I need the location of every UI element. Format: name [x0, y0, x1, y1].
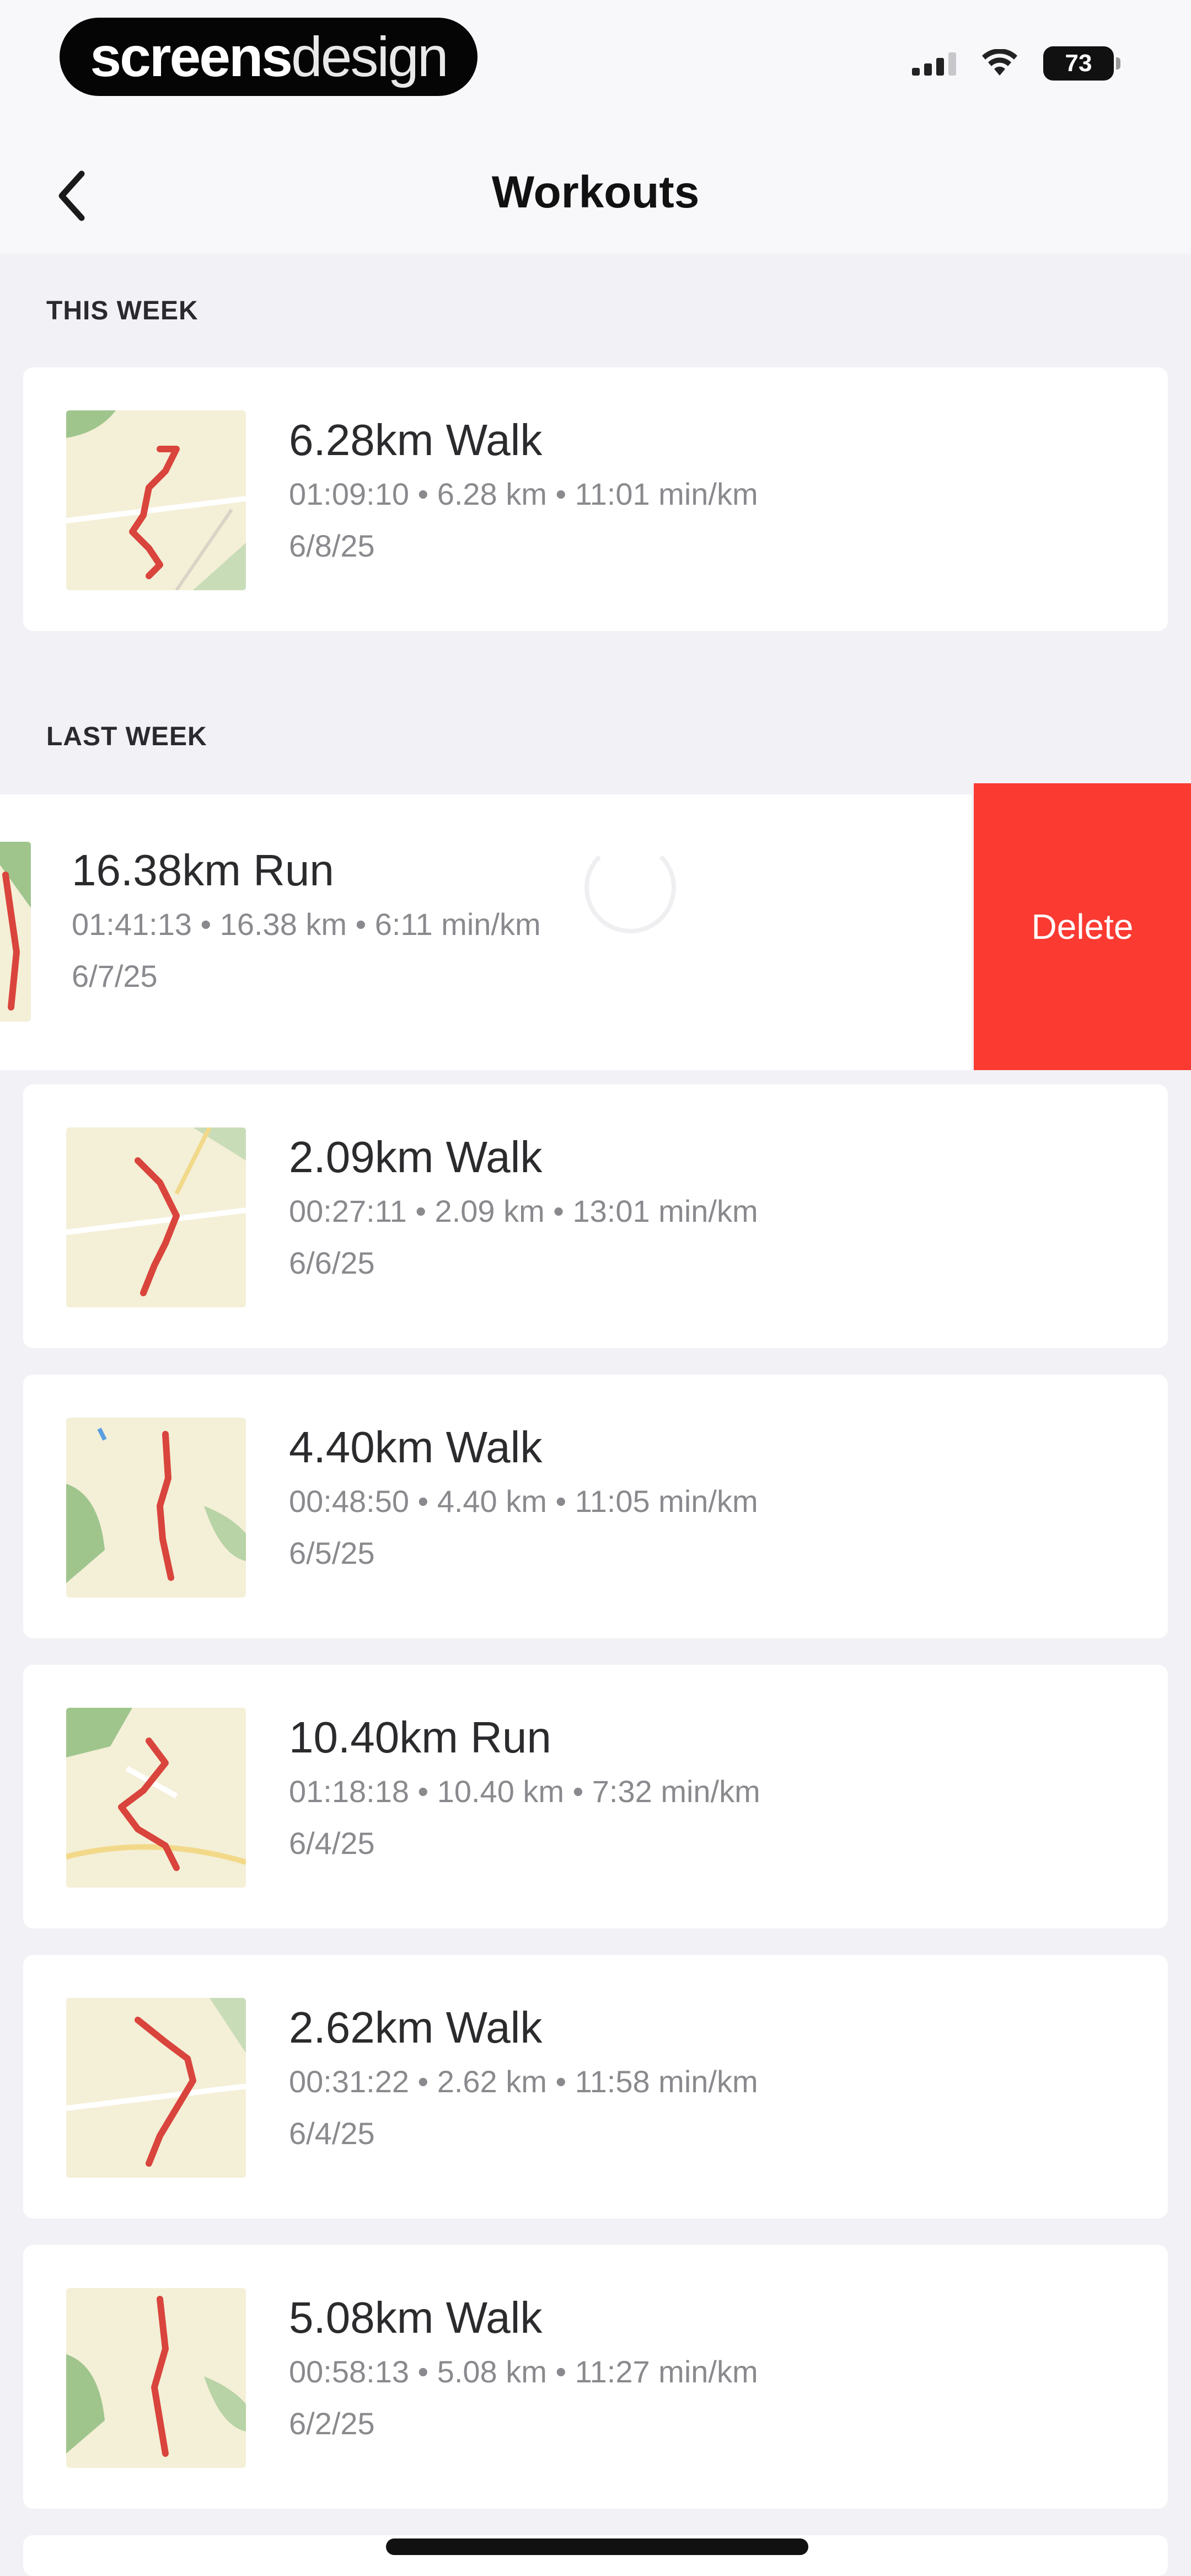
brand-light: design: [291, 25, 449, 88]
battery-level: 73: [1065, 50, 1092, 77]
status-bar: screens design 73: [0, 0, 1191, 138]
loading-spinner-icon: [584, 842, 676, 933]
workout-details: 16.38km Run 01:41:13 • 16.38 km • 6:11 m…: [72, 843, 541, 1002]
workout-date: 6/4/25: [289, 1826, 375, 1861]
workout-title: 5.08km Walk: [289, 2293, 543, 2342]
route-map-thumbnail: [66, 410, 246, 590]
workout-row[interactable]: 2.62km Walk 00:31:22 • 2.62 km • 11:58 m…: [23, 1955, 1168, 2219]
brand-bold: screens: [90, 25, 293, 88]
workout-row[interactable]: 4.40km Walk 00:48:50 • 4.40 km • 11:05 m…: [23, 1375, 1168, 1638]
workout-row[interactable]: 2.09km Walk 00:27:11 • 2.09 km • 13:01 m…: [23, 1084, 1168, 1348]
route-map-thumbnail: [66, 2288, 246, 2468]
workout-date: 6/2/25: [289, 2406, 375, 2441]
page-title: Workouts: [491, 167, 700, 217]
workout-date: 6/8/25: [289, 528, 375, 563]
workout-stats: 00:48:50 • 4.40 km • 11:05 min/km: [289, 1484, 758, 1519]
workout-date: 6/4/25: [289, 2116, 375, 2151]
workout-details: 2.62km Walk 00:31:22 • 2.62 km • 11:58 m…: [289, 2000, 758, 2159]
workout-row-swiped[interactable]: 16.38km Run 01:41:13 • 16.38 km • 6:11 m…: [0, 794, 972, 1070]
section-header-this-week: THIS WEEK: [46, 296, 198, 325]
battery-icon: 73: [1043, 46, 1120, 81]
workout-stats: 00:58:13 • 5.08 km • 11:27 min/km: [289, 2354, 758, 2389]
navigation-bar: Workouts: [0, 138, 1191, 254]
workout-title: 6.28km Walk: [289, 415, 543, 464]
workout-stats: 01:18:18 • 10.40 km • 7:32 min/km: [289, 1774, 760, 1809]
workout-date: 6/5/25: [289, 1536, 375, 1570]
workout-title: 2.62km Walk: [289, 2003, 543, 2052]
workout-row[interactable]: 5.08km Walk 00:58:13 • 5.08 km • 11:27 m…: [23, 2245, 1168, 2509]
workout-title: 10.40km Run: [289, 1713, 551, 1762]
workout-row[interactable]: 10.40km Run 01:18:18 • 10.40 km • 7:32 m…: [23, 1665, 1168, 1928]
workout-title: 4.40km Walk: [289, 1423, 543, 1472]
brand-watermark: screens design: [60, 18, 478, 96]
workout-stats: 00:31:22 • 2.62 km • 11:58 min/km: [289, 2064, 758, 2099]
delete-label: Delete: [1031, 907, 1134, 947]
wifi-icon: [980, 49, 1019, 78]
workout-date: 6/7/25: [72, 959, 158, 993]
route-map-thumbnail: [66, 1708, 246, 1888]
workout-stats: 01:09:10 • 6.28 km • 11:01 min/km: [289, 477, 758, 511]
workout-date: 6/6/25: [289, 1246, 375, 1280]
workout-details: 4.40km Walk 00:48:50 • 4.40 km • 11:05 m…: [289, 1420, 758, 1579]
section-header-last-week: LAST WEEK: [46, 722, 207, 751]
workout-title: 2.09km Walk: [289, 1132, 543, 1182]
home-indicator[interactable]: [386, 2538, 808, 2555]
workout-details: 5.08km Walk 00:58:13 • 5.08 km • 11:27 m…: [289, 2290, 758, 2449]
workout-row[interactable]: 6.28km Walk 01:09:10 • 6.28 km • 11:01 m…: [23, 367, 1168, 631]
route-map-thumbnail: [0, 842, 31, 1022]
workout-stats: 00:27:11 • 2.09 km • 13:01 min/km: [289, 1194, 758, 1228]
workout-details: 10.40km Run 01:18:18 • 10.40 km • 7:32 m…: [289, 1710, 760, 1869]
signal-icon: [912, 51, 956, 76]
workout-details: 6.28km Walk 01:09:10 • 6.28 km • 11:01 m…: [289, 413, 758, 571]
delete-button[interactable]: Delete: [974, 783, 1191, 1070]
workout-details: 2.09km Walk 00:27:11 • 2.09 km • 13:01 m…: [289, 1130, 758, 1289]
route-map-thumbnail: [66, 1418, 246, 1597]
status-icons: 73: [912, 46, 1120, 81]
workout-title: 16.38km Run: [72, 846, 334, 895]
route-map-thumbnail: [66, 1998, 246, 2178]
route-map-thumbnail: [66, 1127, 246, 1307]
workout-stats: 01:41:13 • 16.38 km • 6:11 min/km: [72, 907, 541, 942]
